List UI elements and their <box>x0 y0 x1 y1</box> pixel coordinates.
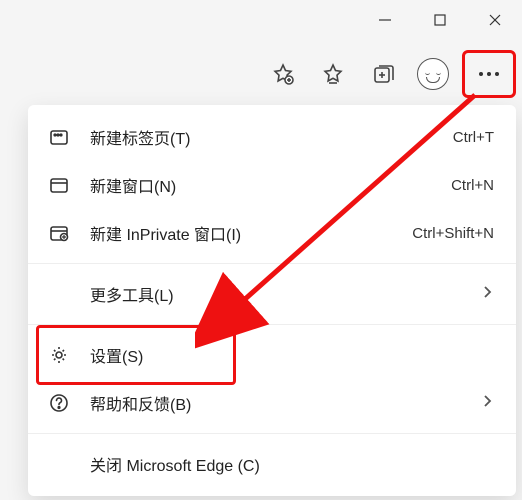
menu-item-new-window[interactable]: 新建窗口(N) Ctrl+N <box>28 161 516 209</box>
browser-toolbar <box>262 50 522 98</box>
gear-icon <box>46 345 72 365</box>
menu-shortcut: Ctrl+N <box>451 177 494 194</box>
menu-item-new-inprivate[interactable]: 新建 InPrivate 窗口(I) Ctrl+Shift+N <box>28 209 516 257</box>
close-button[interactable] <box>467 0 522 40</box>
menu-item-help-feedback[interactable]: 帮助和反馈(B) <box>28 379 516 427</box>
more-icon <box>479 72 499 76</box>
menu-label: 更多工具(L) <box>90 282 480 306</box>
menu-divider <box>28 263 516 264</box>
menu-label: 帮助和反馈(B) <box>90 391 480 415</box>
menu-label: 设置(S) <box>90 343 494 367</box>
help-icon <box>46 393 72 413</box>
chevron-right-icon <box>480 285 494 304</box>
profile-button[interactable] <box>412 53 454 95</box>
chevron-right-icon <box>480 394 494 413</box>
window-controls <box>357 0 522 40</box>
new-window-icon <box>46 175 72 195</box>
menu-divider <box>28 433 516 434</box>
add-favorite-button[interactable] <box>262 53 304 95</box>
menu-label: 新建窗口(N) <box>90 173 451 197</box>
menu-shortcut: Ctrl+T <box>453 129 494 146</box>
settings-menu: 新建标签页(T) Ctrl+T 新建窗口(N) Ctrl+N 新建 InPriv… <box>28 105 516 496</box>
menu-shortcut: Ctrl+Shift+N <box>412 225 494 242</box>
menu-item-new-tab[interactable]: 新建标签页(T) Ctrl+T <box>28 113 516 161</box>
favorites-button[interactable] <box>312 53 354 95</box>
collections-button[interactable] <box>362 53 404 95</box>
more-button[interactable] <box>462 50 516 98</box>
menu-label: 新建 InPrivate 窗口(I) <box>90 221 412 245</box>
menu-item-more-tools[interactable]: 更多工具(L) <box>28 270 516 318</box>
new-tab-icon <box>46 127 72 147</box>
menu-label: 新建标签页(T) <box>90 125 453 149</box>
avatar-icon <box>417 58 449 90</box>
minimize-button[interactable] <box>357 0 412 40</box>
inprivate-icon <box>46 223 72 243</box>
menu-item-close-edge[interactable]: 关闭 Microsoft Edge (C) <box>28 440 516 488</box>
menu-label: 关闭 Microsoft Edge (C) <box>90 452 494 476</box>
menu-divider <box>28 324 516 325</box>
menu-item-settings[interactable]: 设置(S) <box>28 331 516 379</box>
maximize-button[interactable] <box>412 0 467 40</box>
